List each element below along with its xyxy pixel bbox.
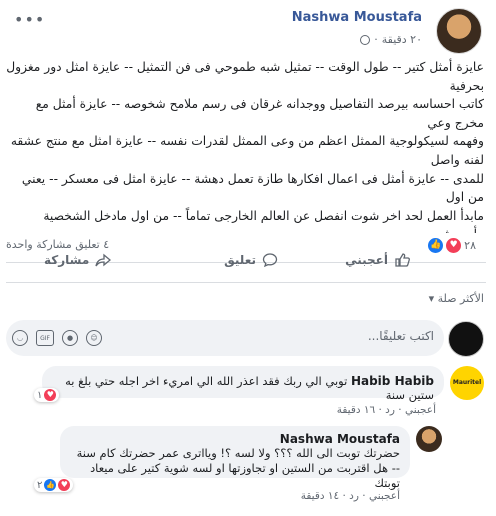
love-reaction-icon: ♥ [58, 479, 71, 491]
reply-text: حضرتك توبت الى الله ؟؟؟ ولا لسه ؟! وياات… [76, 446, 400, 490]
post-time[interactable]: ٢٠ دقيقة [382, 33, 422, 46]
divider [6, 282, 486, 283]
post-author-name[interactable]: Nashwa Moustafa [292, 10, 422, 25]
current-user-avatar[interactable] [448, 321, 484, 357]
reply-like-link[interactable]: أعجبني [369, 490, 400, 502]
gif-icon[interactable]: GIF [36, 330, 54, 346]
comment-icon [262, 253, 278, 268]
comment-input-placeholder: اكتب تعليقًا... [367, 329, 434, 343]
camera-icon[interactable]: ● [62, 330, 78, 346]
like-reaction-icon: 👍 [428, 238, 444, 253]
commenter-avatar[interactable]: Mauritel [450, 366, 484, 400]
reaction-summary[interactable]: 👍 ♥ ٢٨ [428, 238, 476, 253]
love-reaction-icon: ♥ [446, 238, 462, 253]
post-meta: ٢٠ دقيقة · [360, 33, 422, 46]
like-button[interactable]: أعجبني [345, 252, 410, 268]
emoji-icon[interactable]: ☺ [86, 330, 102, 346]
reply-author[interactable]: Nashwa Moustafa [70, 432, 400, 446]
reply-actions: أعجبني · رد · ١٤ دقيقة [300, 490, 400, 502]
reply-reply-link[interactable]: رد [349, 490, 359, 502]
comment-reactions[interactable]: ١ ♥ [34, 388, 60, 402]
reply-time[interactable]: ١٤ دقيقة [301, 490, 339, 502]
comment-actions: أعجبني · رد · ١٦ دقيقة [336, 404, 436, 416]
reaction-count: ٢٨ [464, 239, 476, 252]
comment-share-counts[interactable]: ٤ تعليق مشاركة واحدة [6, 238, 109, 251]
love-reaction-icon: ♥ [44, 389, 57, 401]
sticker-icon[interactable]: ◡ [12, 330, 28, 346]
post-body: عايزة أمثل كتير -- طول الوقت -- تمثيل شب… [6, 60, 484, 233]
thumbs-up-icon [395, 253, 410, 267]
comment-button[interactable]: تعليق [224, 252, 278, 268]
comment-sort-dropdown[interactable]: الأكثر صلة ▾ [429, 292, 484, 305]
reply-bubble: Nashwa Moustafa حضرتك توبت الى الله ؟؟؟ … [60, 426, 410, 490]
more-options-icon[interactable]: ••• [14, 10, 45, 29]
reply-author-avatar[interactable] [416, 426, 442, 452]
reply-reactions[interactable]: ٢ 👍 ♥ [34, 478, 74, 492]
share-button[interactable]: مشاركة [44, 252, 112, 268]
comment-like-link[interactable]: أعجبني [405, 404, 436, 416]
like-reaction-icon: 👍 [44, 479, 57, 491]
comment-time[interactable]: ١٦ دقيقة [337, 404, 375, 416]
comment-author[interactable]: Habib Habib [351, 374, 434, 388]
comment-reply-link[interactable]: رد [385, 404, 395, 416]
globe-icon [360, 34, 371, 45]
composer-icons: ◡ GIF ● ☺ [12, 330, 102, 346]
comment-bubble: Habib Habib توبي الي ربك فقد اعذر الله ا… [42, 366, 444, 402]
share-icon [95, 253, 112, 267]
author-avatar[interactable] [436, 8, 482, 54]
